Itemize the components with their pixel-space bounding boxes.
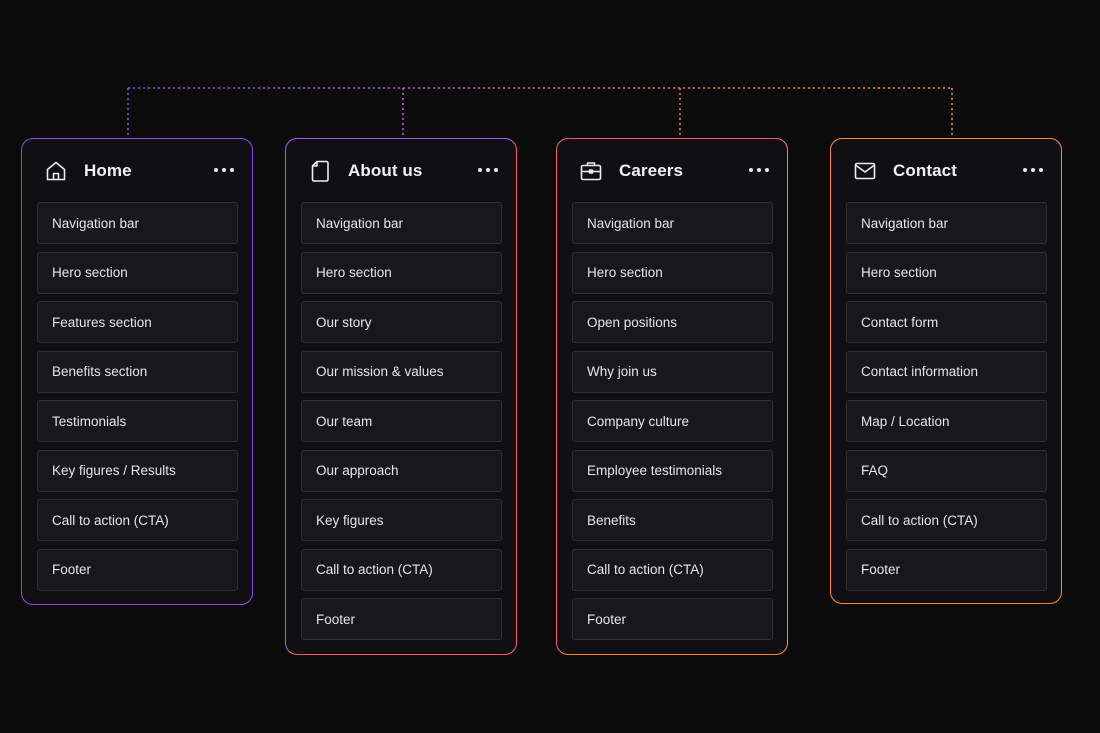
briefcase-icon <box>579 159 603 183</box>
section-item[interactable]: Benefits section <box>37 350 238 393</box>
section-item[interactable]: Call to action (CTA) <box>301 548 502 591</box>
section-item[interactable]: Hero section <box>301 251 502 294</box>
section-item[interactable]: Why join us <box>572 350 773 393</box>
section-item[interactable]: Features section <box>37 301 238 343</box>
section-item[interactable]: Call to action (CTA) <box>37 499 238 541</box>
section-item[interactable]: Call to action (CTA) <box>572 548 773 591</box>
section-item[interactable]: Our team <box>301 400 502 442</box>
more-options-icon[interactable] <box>749 168 769 174</box>
section-item[interactable]: Contact information <box>846 350 1047 393</box>
section-item[interactable]: Our mission & values <box>301 350 502 393</box>
document-icon <box>308 159 332 183</box>
section-item[interactable]: Footer <box>572 598 773 640</box>
card-header: About us <box>286 139 516 203</box>
section-item[interactable]: Testimonials <box>37 400 238 442</box>
mail-icon <box>853 159 877 183</box>
section-item[interactable]: Hero section <box>37 251 238 294</box>
more-options-icon[interactable] <box>1023 168 1043 174</box>
section-item[interactable]: Footer <box>846 548 1047 591</box>
section-item[interactable]: Employee testimonials <box>572 449 773 492</box>
section-item[interactable]: FAQ <box>846 449 1047 492</box>
page-card-contact[interactable]: Contact Navigation bar Hero section Cont… <box>830 138 1062 604</box>
section-item[interactable]: Navigation bar <box>846 202 1047 244</box>
section-item[interactable]: Company culture <box>572 400 773 442</box>
section-item[interactable]: Map / Location <box>846 400 1047 442</box>
section-item[interactable]: Open positions <box>572 301 773 343</box>
card-header: Careers <box>557 139 787 203</box>
page-card-about[interactable]: About us Navigation bar Hero section Our… <box>285 138 517 655</box>
section-item[interactable]: Call to action (CTA) <box>846 499 1047 541</box>
section-item[interactable]: Contact form <box>846 301 1047 343</box>
page-title: Contact <box>893 161 957 180</box>
section-item[interactable]: Our approach <box>301 449 502 492</box>
card-header: Contact <box>831 139 1061 203</box>
section-item[interactable]: Navigation bar <box>301 202 502 244</box>
section-list: Navigation bar Hero section Contact form… <box>846 202 1047 598</box>
section-item[interactable]: Benefits <box>572 499 773 541</box>
section-list: Navigation bar Hero section Our story Ou… <box>301 202 502 648</box>
section-item[interactable]: Hero section <box>846 251 1047 294</box>
section-item[interactable]: Navigation bar <box>37 202 238 244</box>
page-title: About us <box>348 161 423 180</box>
section-item[interactable]: Footer <box>301 598 502 640</box>
section-item[interactable]: Navigation bar <box>572 202 773 244</box>
page-card-home[interactable]: Home Navigation bar Hero section Feature… <box>21 138 253 605</box>
section-item[interactable]: Footer <box>37 548 238 591</box>
card-header: Home <box>22 139 252 203</box>
home-icon <box>44 159 68 183</box>
section-item[interactable]: Key figures <box>301 499 502 541</box>
page-card-careers[interactable]: Careers Navigation bar Hero section Open… <box>556 138 788 655</box>
page-title: Careers <box>619 161 684 180</box>
section-item[interactable]: Our story <box>301 301 502 343</box>
section-item[interactable]: Hero section <box>572 251 773 294</box>
more-options-icon[interactable] <box>478 168 498 174</box>
section-list: Navigation bar Hero section Features sec… <box>37 202 238 598</box>
page-title: Home <box>84 161 132 180</box>
section-item[interactable]: Key figures / Results <box>37 449 238 492</box>
section-list: Navigation bar Hero section Open positio… <box>572 202 773 648</box>
more-options-icon[interactable] <box>214 168 234 174</box>
